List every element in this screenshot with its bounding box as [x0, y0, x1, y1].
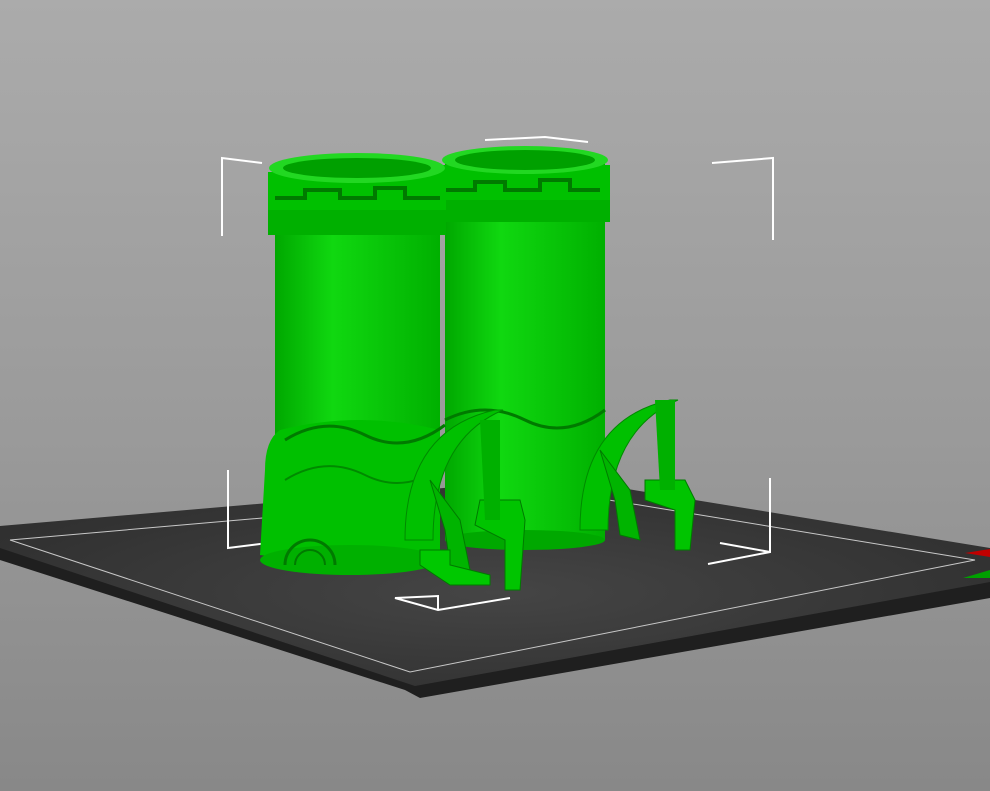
3d-viewport[interactable] [0, 0, 990, 791]
tower-right[interactable] [440, 146, 696, 551]
scene[interactable] [0, 0, 990, 791]
